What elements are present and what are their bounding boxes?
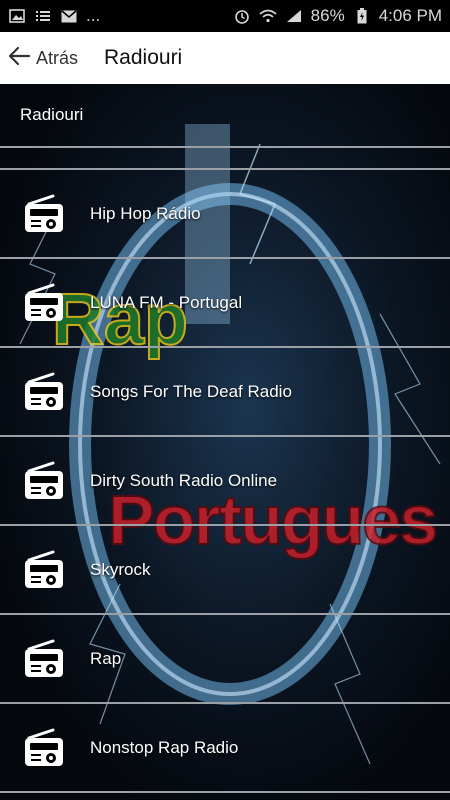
app-bar: Atrás Radiouri (0, 32, 450, 84)
radio-icon (22, 459, 66, 503)
status-bar: ... 86% 4:06 PM (0, 0, 450, 32)
signal-icon (285, 8, 303, 24)
station-row[interactable]: Hip Hop Rádio (0, 170, 450, 259)
wifi-icon (259, 8, 277, 24)
station-label: Dirty South Radio Online (90, 470, 278, 490)
radio-icon (22, 370, 66, 414)
back-label: Atrás (36, 47, 79, 68)
arrow-left-icon (8, 46, 31, 71)
station-label: Skyrock (90, 559, 151, 579)
station-row[interactable]: Nonstop Rap Radio (0, 704, 450, 793)
station-label: Rap (90, 648, 122, 668)
list-icon (34, 8, 52, 24)
battery-percent: 86% (310, 6, 345, 25)
radio-icon (22, 548, 66, 592)
station-list: Radiouri Hip Hop Rádio LUNA FM - Portugal… (0, 84, 450, 800)
radio-icon (22, 637, 66, 681)
station-row[interactable]: Dirty South Radio Online (0, 437, 450, 526)
alarm-icon (233, 8, 251, 24)
station-row[interactable]: Skyrock (0, 526, 450, 615)
more-notifications: ... (86, 6, 101, 25)
station-row[interactable]: Rap (0, 615, 450, 704)
back-button[interactable]: Atrás (8, 46, 78, 71)
radio-icon (22, 281, 66, 325)
station-row[interactable]: LUNA FM - Portugal (0, 259, 450, 348)
station-label: LUNA FM - Portugal (90, 292, 243, 312)
station-label: Hip Hop Rádio (90, 203, 201, 223)
station-row[interactable]: Songs For The Deaf Radio (0, 348, 450, 437)
section-header: Radiouri (0, 84, 450, 148)
radio-icon (22, 726, 66, 770)
image-icon (8, 8, 26, 24)
station-label: Songs For The Deaf Radio (90, 381, 292, 401)
page-title: Radiouri (104, 46, 183, 69)
divider (0, 148, 450, 170)
station-label: Nonstop Rap Radio (90, 737, 239, 757)
clock: 4:06 PM (378, 6, 442, 25)
battery-icon (353, 8, 371, 24)
mail-icon (60, 8, 78, 24)
radio-icon (22, 192, 66, 236)
